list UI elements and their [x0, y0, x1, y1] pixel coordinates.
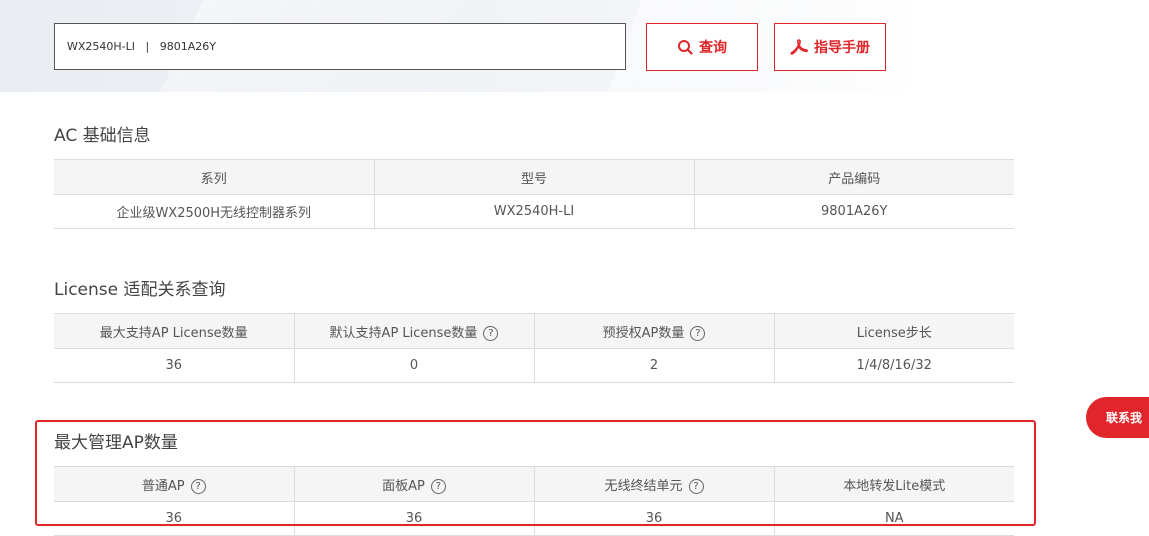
- header-label: License步长: [856, 325, 932, 341]
- search-input[interactable]: [67, 40, 625, 53]
- table-header-cell: 产品编码: [693, 159, 1014, 195]
- help-icon[interactable]: ?: [690, 325, 706, 341]
- table-cell: 0: [293, 348, 534, 383]
- table-header-cell: 系列: [54, 159, 374, 195]
- table-header-row: 普通AP? 面板AP? 无线终结单元? 本地转发Lite模式: [54, 466, 1014, 502]
- search-field[interactable]: [54, 23, 626, 70]
- table-header-cell: 本地转发Lite模式: [773, 466, 1014, 502]
- table-cell: 36: [54, 501, 294, 536]
- table-header-cell: 无线终结单元?: [533, 466, 774, 502]
- table-row: 36 36 36 NA: [54, 501, 1014, 536]
- table-cell: WX2540H-LI: [373, 194, 694, 229]
- table-header-cell: 默认支持AP License数量?: [293, 313, 534, 349]
- table-cell: 企业级WX2500H无线控制器系列: [54, 194, 374, 229]
- table-row: 企业级WX2500H无线控制器系列 WX2540H-LI 9801A26Y: [54, 194, 1014, 229]
- table-cell: NA: [773, 501, 1014, 536]
- table-header-cell: 型号: [373, 159, 694, 195]
- guide-button[interactable]: 指导手册: [774, 23, 886, 71]
- help-icon[interactable]: ?: [430, 478, 446, 494]
- help-icon[interactable]: ?: [688, 478, 704, 494]
- section-title-ac-info: AC 基础信息: [54, 126, 151, 146]
- table-header-cell: 普通AP?: [54, 466, 294, 502]
- table-header-cell: License步长: [773, 313, 1014, 349]
- table-cell: 9801A26Y: [693, 194, 1014, 229]
- search-button[interactable]: 查询: [646, 23, 758, 71]
- guide-button-label: 指导手册: [814, 40, 870, 56]
- table-cell: 2: [533, 348, 774, 383]
- table-header-cell: 最大支持AP License数量: [54, 313, 294, 349]
- table-header-row: 最大支持AP License数量 默认支持AP License数量? 预授权AP…: [54, 313, 1014, 349]
- contact-us-tab[interactable]: 联系我: [1086, 397, 1149, 438]
- header-label: 默认支持AP License数量: [329, 325, 478, 341]
- header-label: 面板AP: [382, 478, 425, 494]
- contact-tab-label: 联系我: [1106, 411, 1143, 425]
- header-label: 最大支持AP License数量: [99, 325, 248, 341]
- license-table: 最大支持AP License数量 默认支持AP License数量? 预授权AP…: [54, 313, 1014, 383]
- table-header-row: 系列 型号 产品编码: [54, 159, 1014, 195]
- table-cell: 36: [54, 348, 294, 383]
- table-cell: 36: [533, 501, 774, 536]
- ac-info-table: 系列 型号 产品编码 企业级WX2500H无线控制器系列 WX2540H-LI …: [54, 159, 1014, 229]
- table-cell: 1/4/8/16/32: [773, 348, 1014, 383]
- search-button-label: 查询: [699, 40, 727, 56]
- table-cell: 36: [293, 501, 534, 536]
- header-label: 普通AP: [141, 478, 185, 494]
- table-header-cell: 预授权AP数量?: [533, 313, 774, 349]
- help-icon[interactable]: ?: [483, 325, 499, 341]
- section-title-license: License 适配关系查询: [54, 280, 226, 300]
- table-header-cell: 面板AP?: [293, 466, 534, 502]
- header-label: 无线终结单元: [604, 478, 683, 494]
- table-row: 36 0 2 1/4/8/16/32: [54, 348, 1014, 383]
- header-label: 本地转发Lite模式: [843, 478, 946, 494]
- max-ap-table: 普通AP? 面板AP? 无线终结单元? 本地转发Lite模式 36 36 36 …: [54, 466, 1014, 536]
- search-icon: [678, 40, 693, 55]
- help-icon[interactable]: ?: [190, 478, 206, 494]
- header-label: 预授权AP数量: [602, 325, 685, 341]
- pdf-icon: [790, 39, 808, 55]
- section-title-max-ap: 最大管理AP数量: [54, 433, 178, 453]
